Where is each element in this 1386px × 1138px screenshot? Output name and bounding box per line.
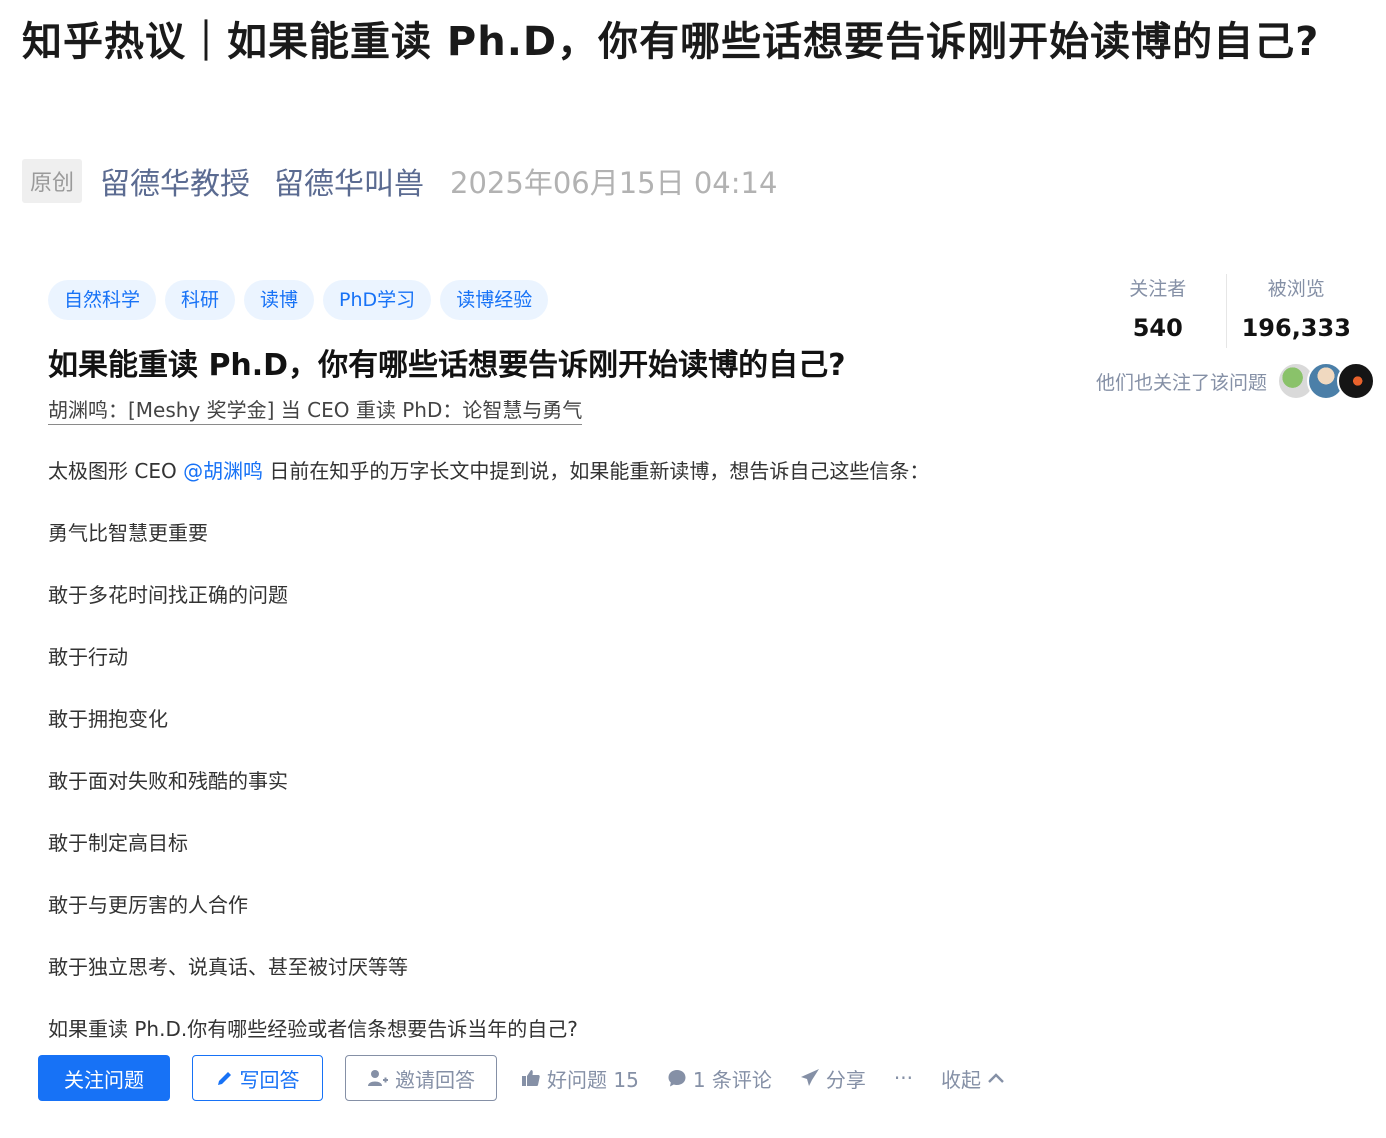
views-label: 被浏览	[1267, 278, 1325, 300]
collapse-button[interactable]: 收起	[941, 1064, 1005, 1093]
topic-tag[interactable]: PhD学习	[323, 280, 432, 320]
invite-answer-button[interactable]: 邀请回答	[345, 1055, 497, 1101]
topic-tag[interactable]: 读博经验	[440, 280, 549, 320]
share-label: 分享	[825, 1067, 866, 1092]
publish-time: 2025年06月15日 04:14	[450, 166, 778, 200]
topic-tags: 自然科学 科研 读博 PhD学习 读博经验	[48, 280, 549, 320]
question-title[interactable]: 如果能重读 Ph.D，你有哪些话想要告诉刚开始读博的自己?	[48, 344, 846, 388]
more-button[interactable]: ···	[894, 1066, 913, 1090]
views-count: 196,333	[1241, 314, 1351, 342]
comment-bubble-icon	[667, 1068, 687, 1088]
question-action-bar: 关注问题 写回答 邀请回答 好问题 15 1 条评论 分享 ··· 收起	[38, 1054, 1033, 1102]
intro-paragraph: 太极图形 CEO @胡渊鸣 日前在知乎的万字长文中提到说，如果能重新读博，想告诉…	[48, 456, 1008, 518]
belief-item: 敢于多花时间找正确的问题	[48, 583, 288, 607]
collapse-label: 收起	[940, 1067, 981, 1092]
write-answer-button[interactable]: 写回答	[192, 1055, 323, 1101]
comments-label: 1 条评论	[692, 1067, 772, 1092]
good-question-button[interactable]: 好问题 15	[521, 1064, 639, 1093]
author-link-1[interactable]: 留德华教授	[100, 159, 250, 203]
write-answer-label: 写回答	[239, 1067, 300, 1092]
question-stats: 关注者 540 被浏览 196,333	[1090, 274, 1366, 348]
belief-item: 敢于与更厉害的人合作	[48, 893, 248, 917]
paper-plane-icon	[800, 1068, 820, 1088]
also-follow-text: 他们也关注了该问题	[1096, 371, 1268, 394]
article-meta: 原创 留德华教授 留德华叫兽 2025年06月15日 04:14	[22, 159, 778, 203]
question-body: 太极图形 CEO @胡渊鸣 日前在知乎的万字长文中提到说，如果能重新读博，想告诉…	[48, 456, 1008, 1076]
article-title: 知乎热议｜如果能重读 Ph.D，你有哪些话想要告诉刚开始读博的自己?	[22, 19, 1320, 65]
add-user-icon	[367, 1068, 389, 1088]
belief-item: 敢于独立思考、说真话、甚至被讨厌等等	[48, 955, 408, 979]
comments-button[interactable]: 1 条评论	[667, 1064, 772, 1093]
chevron-up-icon	[987, 1072, 1005, 1084]
belief-item: 敢于行动	[48, 645, 128, 669]
avatar[interactable]	[1337, 362, 1376, 400]
views-stat: 被浏览 196,333	[1227, 274, 1367, 348]
good-question-label: 好问题 15	[547, 1067, 639, 1092]
intro-text-after: 日前在知乎的万字长文中提到说，如果能重新读博，想告诉自己这些信条：	[263, 459, 930, 483]
follower-avatars	[1277, 362, 1376, 400]
thumbs-up-icon	[521, 1068, 541, 1088]
intro-text-before: 太极图形 CEO	[48, 459, 184, 483]
topic-tag[interactable]: 读博	[244, 280, 315, 320]
linked-answer-link[interactable]: 胡渊鸣：[Meshy 奖学金] 当 CEO 重读 PhD：论智慧与勇气	[48, 396, 583, 425]
user-mention-link[interactable]: @胡渊鸣	[183, 459, 263, 483]
share-button[interactable]: 分享	[800, 1064, 866, 1093]
topic-tag[interactable]: 科研	[165, 280, 236, 320]
also-followed-by: 他们也关注了该问题	[1096, 362, 1376, 400]
author-link-2[interactable]: 留德华叫兽	[274, 159, 424, 203]
followers-count: 540	[1132, 314, 1183, 342]
invite-answer-label: 邀请回答	[395, 1067, 475, 1092]
followers-label: 关注者	[1129, 278, 1187, 300]
pencil-icon	[216, 1069, 234, 1087]
belief-item: 敢于面对失败和残酷的事实	[48, 769, 288, 793]
original-badge: 原创	[22, 159, 83, 203]
belief-item: 勇气比智慧更重要	[48, 521, 208, 545]
topic-tag[interactable]: 自然科学	[48, 280, 157, 320]
follow-question-button[interactable]: 关注问题	[38, 1055, 170, 1101]
belief-item: 敢于制定高目标	[48, 831, 188, 855]
followers-stat[interactable]: 关注者 540	[1090, 274, 1227, 348]
belief-item: 敢于拥抱变化	[48, 707, 168, 731]
